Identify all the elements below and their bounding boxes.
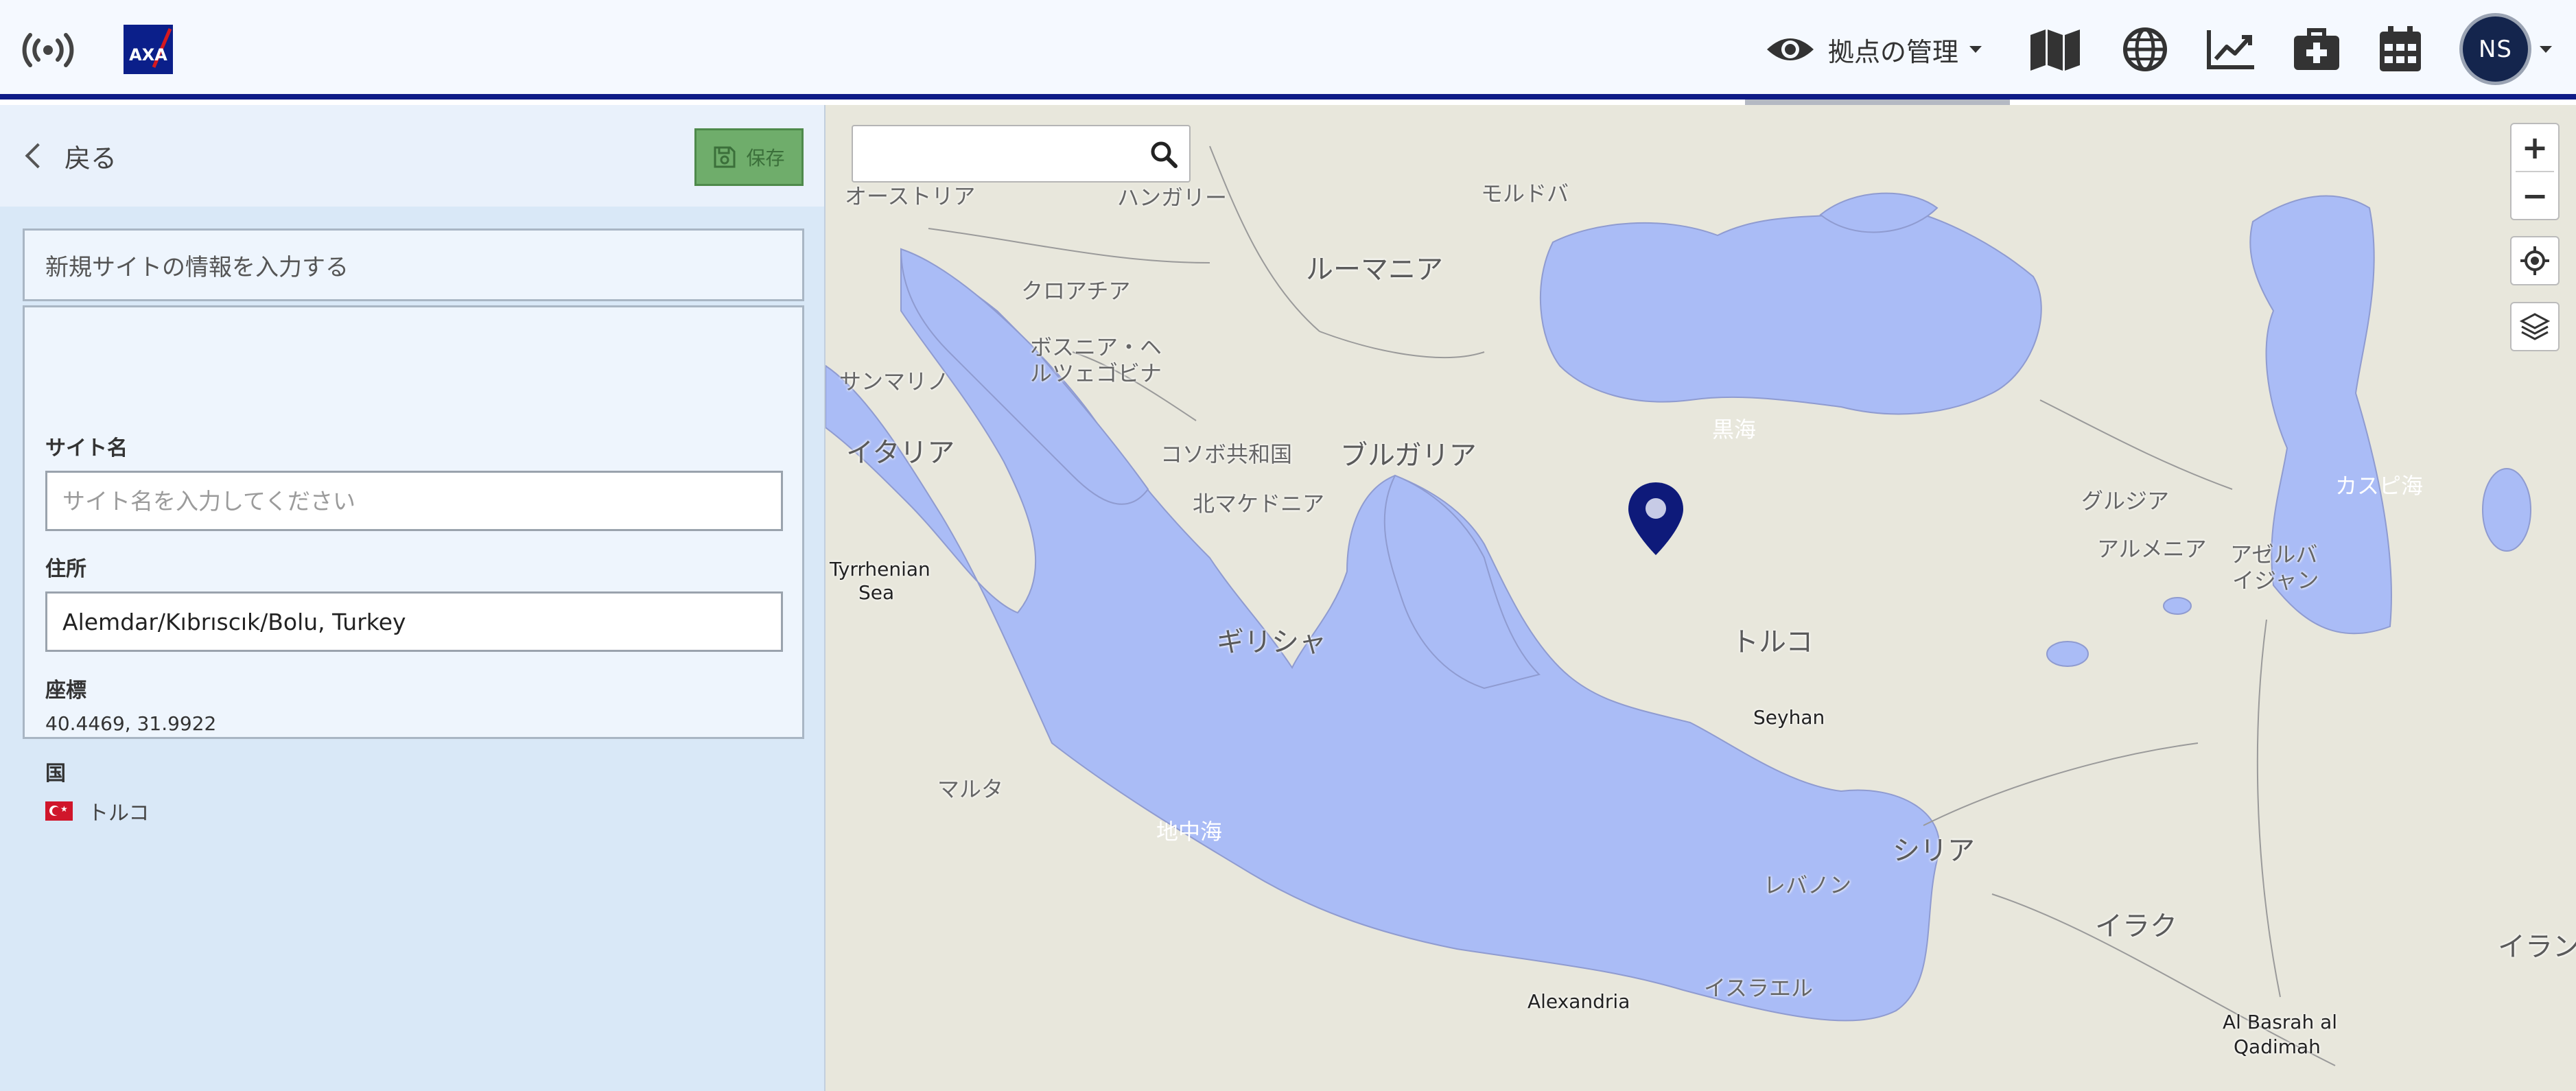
map-label-austria: オーストリア (845, 183, 976, 209)
map-search-input[interactable] (853, 126, 1134, 181)
map-label-tyrrhenian-2: Sea (858, 581, 895, 604)
map-search-box (852, 125, 1191, 183)
eye-icon (1767, 38, 1814, 60)
top-navigation-bar: AXA 拠点の管理 NS (0, 0, 2576, 99)
map-label-bosnia-2: ルツェゴビナ (1030, 360, 1162, 386)
crosshair-icon (2520, 246, 2549, 275)
map-label-israel: イスラエル (1704, 975, 1814, 1001)
map-label-black-sea: 黒海 (1712, 417, 1757, 443)
location-pin-icon[interactable] (1626, 481, 1685, 558)
user-avatar[interactable]: NS (2463, 16, 2528, 82)
address-input[interactable] (45, 591, 783, 652)
map-label-georgia: グルジア (2081, 488, 2170, 514)
site-name-input[interactable] (45, 471, 783, 531)
map-label-azerbaijan-2: イジャン (2232, 567, 2319, 594)
map-label-moldova: モルドバ (1481, 180, 1569, 207)
layers-button[interactable] (2511, 303, 2558, 350)
map-label-kosovo: コソボ共和国 (1160, 441, 1293, 467)
chevron-left-icon (25, 143, 51, 169)
locate-button[interactable] (2511, 237, 2558, 284)
axa-logo[interactable]: AXA (124, 25, 173, 74)
map-label-turkey: トルコ (1731, 626, 1814, 658)
site-name-label: サイト名 (45, 436, 128, 460)
map-label-caspian: カスピ海 (2335, 473, 2424, 499)
map-label-romania: ルーマニア (1306, 254, 1443, 285)
floppy-disk-icon (714, 146, 736, 168)
site-management-label: 拠点の管理 (1828, 36, 1959, 67)
chevron-down-icon (1969, 46, 1982, 53)
user-menu-chevron-icon[interactable] (2539, 44, 2553, 55)
zoom-out-button[interactable]: − (2511, 172, 2558, 219)
locate-control (2510, 236, 2560, 285)
map-icon[interactable] (2028, 25, 2083, 74)
user-initials: NS (2478, 35, 2512, 63)
map-label-north-macedonia: 北マケドニア (1193, 491, 1325, 517)
turkey-flag-icon: ★ (45, 801, 73, 821)
map-label-iran: イラン (2498, 931, 2576, 963)
site-management-menu[interactable]: 拠点の管理 (1765, 25, 1982, 74)
section-title: 新規サイトの情報を入力する (23, 228, 804, 301)
layers-control (2510, 302, 2560, 351)
layers-icon (2520, 313, 2550, 340)
loading-progress-bar (1745, 99, 2010, 105)
country-value-row: ★ トルコ (45, 796, 149, 826)
save-label: 保存 (746, 147, 785, 169)
map-label-greece: ギリシャ (1217, 626, 1326, 658)
globe-icon[interactable] (2120, 25, 2170, 74)
coordinates-label: 座標 (45, 679, 86, 703)
map-base-layer (826, 105, 2576, 1091)
svg-text:AXA: AXA (129, 45, 167, 64)
map-label-armenia: アルメニア (2097, 536, 2207, 562)
broadcast-icon[interactable] (21, 31, 75, 69)
map-label-syria: シリア (1893, 835, 1975, 867)
site-form: サイト名 住所 座標 40.4469, 31.9922 国 ★ トルコ (23, 305, 804, 825)
back-button[interactable]: 戻る (22, 135, 117, 176)
map-label-san-marino: サンマリノ (839, 368, 950, 395)
zoom-control: + − (2510, 123, 2560, 220)
site-editor-panel: 戻る 保存 新規サイトの情報を入力する サイト名 住所 座標 40.4469, … (0, 105, 826, 1091)
map-label-basrah-2: Qadimah (2234, 1035, 2321, 1058)
map-label-tyrrhenian-1: Tyrrhenian (830, 558, 930, 580)
map-label-croatia: クロアチア (1021, 278, 1131, 304)
map-label-seyhan: Seyhan (1753, 706, 1825, 729)
map-label-iraq: イラク (2095, 911, 2177, 942)
map-label-alexandria: Alexandria (1527, 990, 1630, 1013)
coordinates-value: 40.4469, 31.9922 (45, 712, 217, 735)
line-chart-icon[interactable] (2205, 25, 2257, 74)
search-icon[interactable] (1149, 140, 1178, 169)
country-name: トルコ (88, 801, 150, 825)
back-label: 戻る (65, 143, 117, 174)
map-label-hungary: ハンガリー (1117, 185, 1228, 211)
map-label-mediterranean: 地中海 (1156, 819, 1223, 845)
medical-kit-icon[interactable] (2291, 25, 2343, 74)
map-label-basrah-1: Al Basrah al (2223, 1011, 2338, 1033)
map-view[interactable]: オーストリア ハンガリー モルドバ ルーマニア クロアチア ボスニア・ヘ ルツェ… (826, 105, 2576, 1091)
address-label: 住所 (45, 557, 86, 581)
map-label-bulgaria: ブルガリア (1340, 440, 1477, 471)
map-label-italy: イタリア (846, 437, 955, 469)
map-label-lebanon: レバノン (1764, 872, 1852, 898)
save-button[interactable]: 保存 (694, 128, 804, 186)
calendar-icon[interactable] (2376, 25, 2425, 74)
map-label-malta: マルタ (937, 776, 1004, 802)
zoom-in-button[interactable]: + (2511, 124, 2558, 171)
panel-header: 戻る 保存 (0, 105, 824, 207)
country-label: 国 (45, 762, 66, 786)
